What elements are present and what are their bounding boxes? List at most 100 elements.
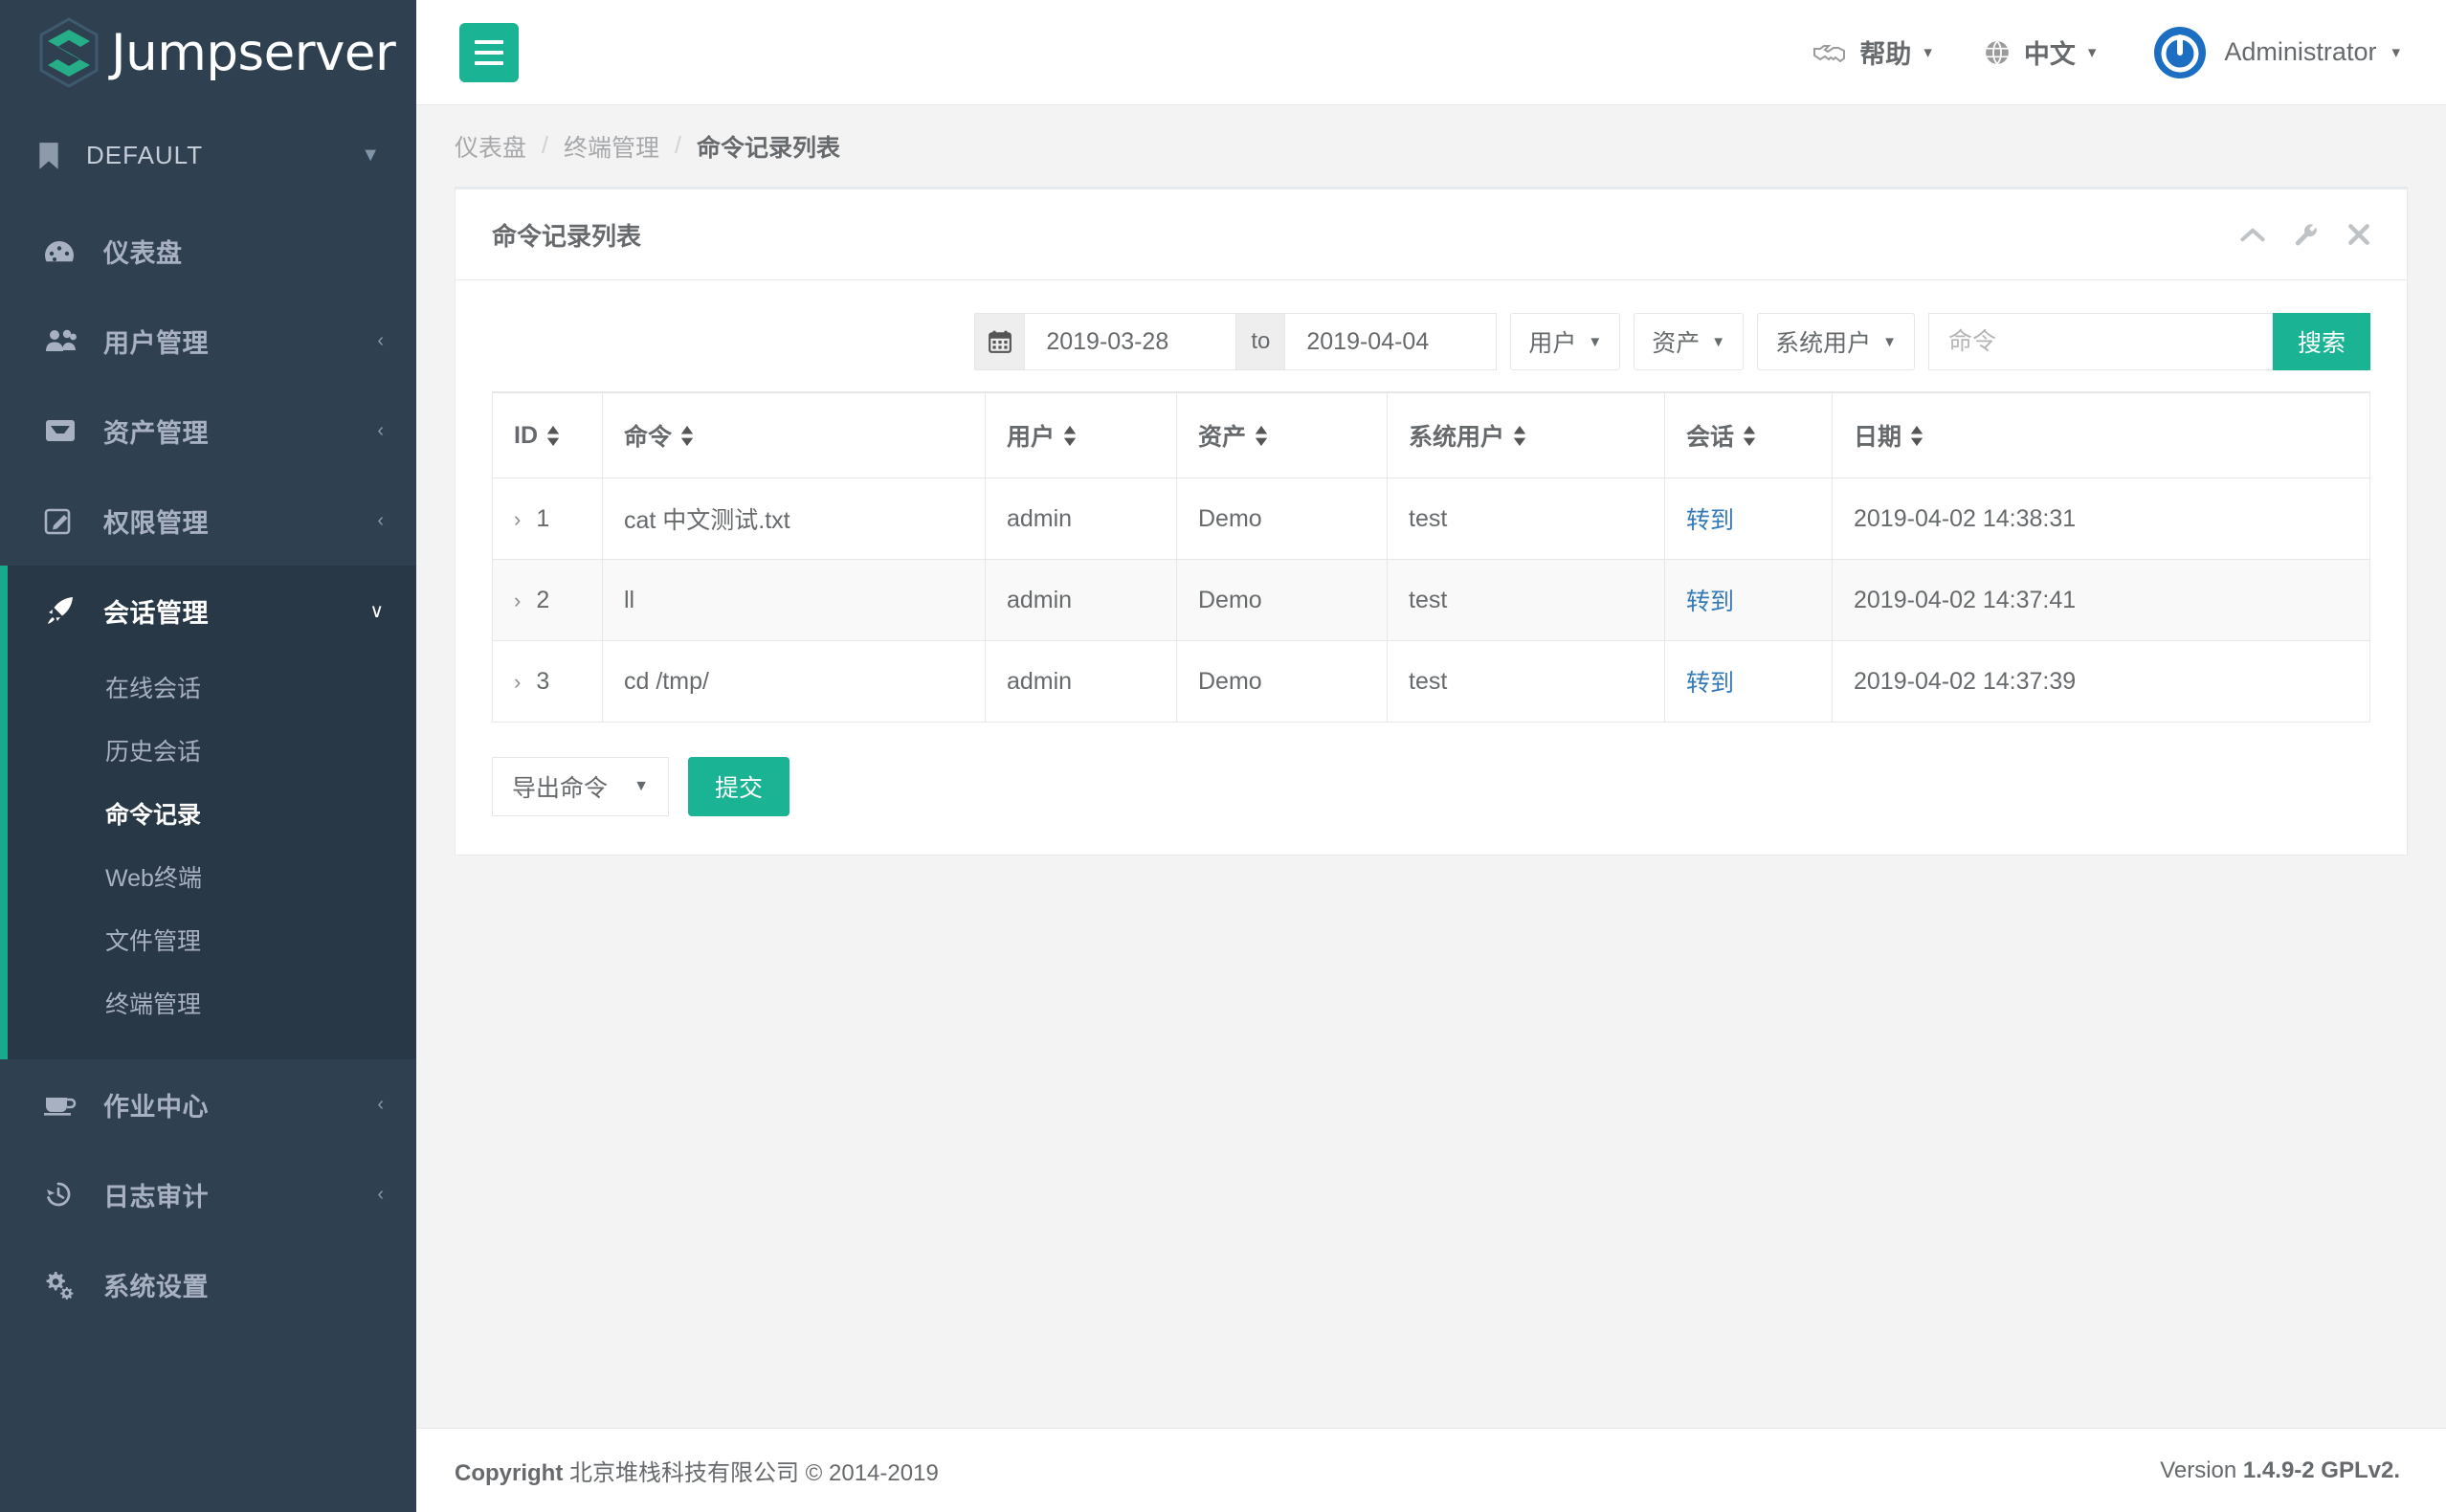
- date-to-input[interactable]: [1284, 313, 1498, 370]
- globe-icon: [1984, 39, 2011, 66]
- breadcrumb-item-terminal-management[interactable]: 终端管理: [564, 129, 659, 164]
- sidebar-subitem-history-sessions[interactable]: 历史会话: [8, 719, 416, 782]
- column-label: 命令: [624, 424, 673, 451]
- panel-body: to 用户 ▼ 资产 ▼ 系统用户 ▼: [456, 280, 2407, 855]
- brand[interactable]: Jumpserver: [0, 0, 416, 105]
- top-navbar: 帮助 ▾ 中文 ▾ Administrator ▾: [416, 0, 2446, 105]
- breadcrumb-separator: /: [542, 132, 548, 159]
- sort-icon: [546, 425, 560, 446]
- chevron-down-icon: ▼: [1588, 333, 1603, 350]
- bulk-actions: 导出命令 ▼ 提交: [492, 723, 2370, 855]
- command-records-panel: 命令记录列表 2019-03-28 to 2019-04-04 用户 ▼ 资产 …: [455, 187, 2408, 856]
- goto-session-link[interactable]: 转到: [1686, 507, 1734, 534]
- user-name-label: Administrator: [2224, 37, 2377, 66]
- sidebar-item-label: 系统设置: [103, 1272, 209, 1301]
- submit-button[interactable]: 提交: [688, 757, 790, 816]
- main-area: 帮助 ▾ 中文 ▾ Administrator ▾ 仪表盘 / 终端管理 / 命…: [416, 0, 2446, 1512]
- user-filter-dropdown[interactable]: 用户 ▼: [1510, 313, 1621, 370]
- jumpserver-hex-logo-icon: [36, 16, 101, 89]
- submenu-item-label: Web终端: [105, 865, 202, 892]
- chevron-up-icon[interactable]: [2240, 227, 2265, 243]
- sidebar-item-user-management[interactable]: 用户管理 ‹: [0, 296, 416, 386]
- command-records-table: ID 命令 用户 资产 系统用户 会话 日期 › 1 cat 中文测试.txt …: [492, 391, 2370, 723]
- calendar-icon[interactable]: [974, 313, 1025, 370]
- sidebar-item-label: 日志审计: [103, 1182, 209, 1212]
- user-filter-label: 用户: [1528, 330, 1577, 357]
- column-header-session[interactable]: 会话: [1664, 391, 1833, 478]
- org-selector[interactable]: DEFAULT ▼: [0, 105, 416, 206]
- chevron-down-icon: ∨: [369, 600, 384, 622]
- expand-row-icon[interactable]: ›: [514, 589, 521, 612]
- cell-asset: Demo: [1176, 559, 1388, 641]
- sidebar-item-session-management[interactable]: 会话管理 ∨: [0, 566, 416, 656]
- cell-system-user: test: [1387, 559, 1665, 641]
- chevron-down-icon: ▼: [1882, 333, 1897, 350]
- chevron-left-icon: ‹: [377, 329, 384, 351]
- wrench-icon[interactable]: [2294, 222, 2319, 247]
- version-label: Version: [2160, 1456, 2243, 1483]
- search-button[interactable]: 搜索: [2272, 313, 2370, 370]
- expand-row-icon[interactable]: ›: [514, 670, 521, 694]
- help-menu[interactable]: 帮助 ▾: [1813, 33, 1932, 71]
- submenu-item-label: 文件管理: [105, 928, 202, 955]
- table-row[interactable]: › 2 ll admin Demo test 转到 2019-04-02 14:3…: [492, 559, 2370, 641]
- column-header-id[interactable]: ID: [492, 391, 603, 478]
- sidebar-item-log-audit[interactable]: 日志审计 ‹: [0, 1149, 416, 1239]
- bulk-action-select[interactable]: 导出命令 ▼: [492, 757, 669, 816]
- users-icon: [44, 327, 84, 354]
- table-row[interactable]: › 1 cat 中文测试.txt admin Demo test 转到 2019-…: [492, 478, 2370, 560]
- sidebar-subitem-file-management[interactable]: 文件管理: [8, 908, 416, 971]
- submenu-item-label: 命令记录: [105, 802, 202, 829]
- row-id: 2: [536, 586, 550, 613]
- column-header-command[interactable]: 命令: [602, 391, 986, 478]
- close-icon[interactable]: [2347, 223, 2370, 246]
- sidebar-item-job-center[interactable]: 作业中心 ‹: [0, 1059, 416, 1149]
- app-root: Jumpserver DEFAULT ▼ 仪表盘 用户管理 ‹ 资产管理 ‹ 权…: [0, 0, 2446, 1512]
- sidebar-item-permission-management[interactable]: 权限管理 ‹: [0, 476, 416, 566]
- page-title: 命令记录列表: [492, 221, 642, 251]
- column-label: 资产: [1198, 424, 1247, 451]
- column-header-user[interactable]: 用户: [985, 391, 1177, 478]
- sidebar: Jumpserver DEFAULT ▼ 仪表盘 用户管理 ‹ 资产管理 ‹ 权…: [0, 0, 416, 1512]
- cell-command: cat 中文测试.txt: [602, 478, 986, 560]
- sidebar-item-label: 权限管理: [103, 508, 209, 538]
- sidebar-item-system-settings[interactable]: 系统设置: [0, 1239, 416, 1329]
- table-header-row: ID 命令 用户 资产 系统用户 会话 日期: [492, 391, 2370, 478]
- language-menu[interactable]: 中文 ▾: [1984, 33, 2097, 71]
- cell-date: 2019-04-02 14:38:31: [1832, 478, 2370, 560]
- table-row[interactable]: › 3 cd /tmp/ admin Demo test 转到 2019-04-0…: [492, 640, 2370, 723]
- sidebar-subitem-command-records[interactable]: 命令记录: [8, 782, 416, 845]
- asset-filter-dropdown[interactable]: 资产 ▼: [1634, 313, 1745, 370]
- chevron-down-icon: ▾: [2087, 42, 2097, 61]
- cell-id: › 3: [492, 640, 603, 723]
- cell-system-user: test: [1387, 478, 1665, 560]
- system-user-filter-label: 系统用户: [1775, 330, 1872, 357]
- sidebar-subitem-online-sessions[interactable]: 在线会话: [8, 656, 416, 719]
- sort-icon: [1063, 425, 1077, 446]
- column-label: 会话: [1686, 424, 1735, 451]
- goto-session-link[interactable]: 转到: [1686, 589, 1734, 615]
- submenu-item-label: 历史会话: [105, 739, 202, 766]
- submenu-tail-spacer: [0, 1034, 416, 1059]
- column-header-asset[interactable]: 资产: [1176, 391, 1388, 478]
- sidebar-subitem-web-terminal[interactable]: Web终端: [8, 845, 416, 908]
- sidebar-subitem-terminal-management[interactable]: 终端管理: [8, 971, 416, 1034]
- column-header-date[interactable]: 日期: [1832, 391, 2370, 478]
- command-search-input[interactable]: [1927, 313, 2273, 370]
- sidebar-item-asset-management[interactable]: 资产管理 ‹: [0, 386, 416, 476]
- goto-session-link[interactable]: 转到: [1686, 670, 1734, 697]
- panel-tools: [2240, 222, 2370, 247]
- sidebar-item-label: 用户管理: [103, 328, 209, 358]
- sidebar-item-dashboard[interactable]: 仪表盘: [0, 206, 416, 296]
- menu-toggle-button[interactable]: [459, 22, 519, 82]
- date-from-input[interactable]: [1024, 313, 1237, 370]
- user-menu[interactable]: Administrator ▾: [2153, 26, 2400, 79]
- breadcrumb-item-dashboard[interactable]: 仪表盘: [455, 129, 526, 164]
- system-user-filter-dropdown[interactable]: 系统用户 ▼: [1757, 313, 1915, 370]
- expand-row-icon[interactable]: ›: [514, 507, 521, 531]
- table-body: › 1 cat 中文测试.txt admin Demo test 转到 2019-…: [492, 478, 2370, 723]
- chevron-down-icon: ▼: [634, 778, 649, 794]
- version-text: Version 1.4.9-2 GPLv2.: [2160, 1457, 2400, 1484]
- column-header-system-user[interactable]: 系统用户: [1387, 391, 1665, 478]
- cell-date: 2019-04-02 14:37:41: [1832, 559, 2370, 641]
